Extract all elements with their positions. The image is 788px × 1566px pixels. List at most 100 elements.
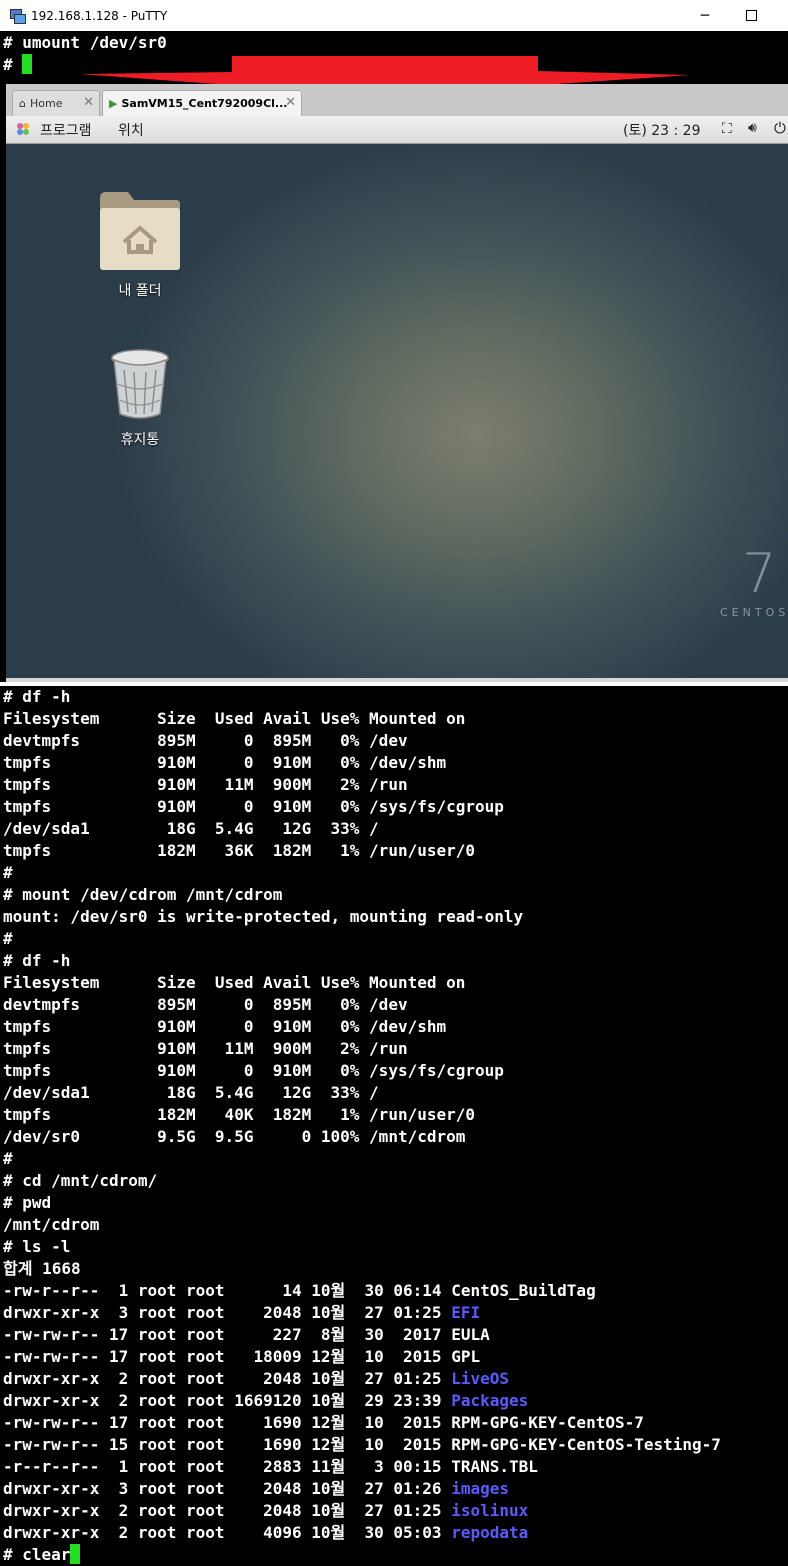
terminal-line-text: tmpfs 182M 36K 182M 1% /run/user/0 — [3, 841, 476, 860]
file-name: RPM-GPG-KEY-CentOS-7 — [451, 1413, 644, 1432]
terminal-line: /dev/sr0 9.5G 9.5G 0 100% /mnt/cdrom — [0, 1126, 788, 1148]
directory-name: EFI — [451, 1303, 481, 1322]
network-icon[interactable]: ⛶ — [722, 121, 732, 137]
terminal-line-text: -rw-rw-r-- 15 root root 1690 12월 10 2015 — [3, 1435, 452, 1454]
terminal-line: tmpfs 910M 11M 900M 2% /run — [0, 774, 788, 796]
terminal-cursor — [22, 54, 33, 74]
terminal-line-text: -rw-r--r-- 1 root root 14 10월 30 06:14 — [3, 1281, 452, 1300]
terminal-line: drwxr-xr-x 2 root root 1669120 10월 29 23… — [0, 1390, 788, 1412]
terminal-line: # — [0, 862, 788, 884]
terminal-line-text: drwxr-xr-x 2 root root 4096 10월 30 05:03 — [3, 1523, 452, 1542]
terminal-line: mount: /dev/sr0 is write-protected, moun… — [0, 906, 788, 928]
terminal-line-text: /dev/sda1 18G 5.4G 12G 33% / — [3, 819, 379, 838]
home-folder-label: 내 폴더 — [118, 283, 162, 299]
home-folder-icon[interactable] — [98, 190, 182, 272]
terminal-line: tmpfs 910M 0 910M 0% /sys/fs/cgroup — [0, 796, 788, 818]
directory-name: Packages — [451, 1391, 529, 1410]
terminal-line: drwxr-xr-x 3 root root 2048 10월 27 01:26… — [0, 1478, 788, 1500]
tab-home[interactable]: ⌂ Home ✕ — [12, 90, 100, 116]
terminal-line-text: -r--r--r-- 1 root root 2883 11월 3 00:15 — [3, 1457, 452, 1476]
terminal-line-text: # df -h — [3, 687, 71, 706]
terminal-line: tmpfs 910M 11M 900M 2% /run — [0, 1038, 788, 1060]
terminal-line-text: # umount /dev/sr0 — [3, 33, 167, 52]
tab-vm-close-icon[interactable]: ✕ — [285, 95, 296, 110]
terminal-line: /dev/sda1 18G 5.4G 12G 33% / — [0, 818, 788, 840]
terminal-line: tmpfs 182M 40K 182M 1% /run/user/0 — [0, 1104, 788, 1126]
terminal-line-text: # mount /dev/cdrom /mnt/cdrom — [3, 885, 283, 904]
terminal-line: -rw-r--r-- 1 root root 14 10월 30 06:14 C… — [0, 1280, 788, 1302]
terminal-line-text: drwxr-xr-x 2 root root 2048 10월 27 01:25 — [3, 1501, 452, 1520]
terminal-bottom[interactable]: # df -h Filesystem Size Used Avail Use% M… — [0, 686, 788, 1565]
terminal-line-text: tmpfs 910M 11M 900M 2% /run — [3, 1039, 408, 1058]
terminal-line: devtmpfs 895M 0 895M 0% /dev — [0, 994, 788, 1016]
terminal-line-text: Filesystem Size Used Avail Use% Mounted … — [3, 709, 466, 728]
directory-name: images — [451, 1479, 509, 1498]
terminal-line-text: 합계 1668 — [3, 1259, 81, 1278]
terminal-line-text: tmpfs 910M 0 910M 0% /dev/shm — [3, 753, 447, 772]
terminal-line-text: # ls -l — [3, 1237, 71, 1256]
terminal-cursor — [70, 1544, 81, 1564]
terminal-line: tmpfs 910M 0 910M 0% /dev/shm — [0, 1016, 788, 1038]
terminal-line: # — [0, 1148, 788, 1170]
terminal-line: # — [0, 928, 788, 950]
terminal-line-text: # — [3, 55, 23, 74]
clock[interactable]: (토) 23 : 29 — [623, 120, 701, 140]
terminal-line-text: drwxr-xr-x 3 root root 2048 10월 27 01:26 — [3, 1479, 452, 1498]
minimize-button[interactable]: ─ — [682, 0, 728, 31]
terminal-line-text: # — [3, 929, 13, 948]
maximize-button[interactable] — [728, 0, 774, 31]
terminal-line: drwxr-xr-x 2 root root 2048 10월 27 01:25… — [0, 1500, 788, 1522]
window-title: 192.168.1.128 - PuTTY — [31, 8, 168, 23]
terminal-line-text: devtmpfs 895M 0 895M 0% /dev — [3, 995, 408, 1014]
vm-console[interactable]: ⌂ Home ✕ ▶ SamVM15_Cent792009Cl... ✕ 프로그… — [6, 84, 788, 682]
volume-icon[interactable]: 🔊︎ — [748, 120, 757, 136]
tab-vm[interactable]: ▶ SamVM15_Cent792009Cl... ✕ — [102, 90, 302, 116]
file-name: EULA — [451, 1325, 490, 1344]
terminal-line: Filesystem Size Used Avail Use% Mounted … — [0, 972, 788, 994]
putty-app-icon[interactable] — [9, 8, 26, 24]
places-menu[interactable]: 위치 — [118, 120, 144, 140]
applications-menu[interactable]: 프로그램 — [40, 120, 92, 140]
terminal-line-text: # clear — [3, 1545, 71, 1564]
terminal-line: -rw-rw-r-- 17 root root 18009 12월 10 201… — [0, 1346, 788, 1368]
terminal-line: -r--r--r-- 1 root root 2883 11월 3 00:15 … — [0, 1456, 788, 1478]
vm-play-icon: ▶ — [109, 97, 118, 110]
terminal-line: # mount /dev/cdrom /mnt/cdrom — [0, 884, 788, 906]
terminal-line: tmpfs 910M 0 910M 0% /sys/fs/cgroup — [0, 1060, 788, 1082]
terminal-line: devtmpfs 895M 0 895M 0% /dev — [0, 730, 788, 752]
tab-home-close-icon[interactable]: ✕ — [83, 95, 94, 110]
maximize-icon — [745, 10, 757, 21]
terminal-line-text: # df -h — [3, 951, 71, 970]
power-icon[interactable]: ⏻ — [774, 119, 786, 137]
terminal-line: # clear — [0, 1544, 788, 1566]
terminal-line: -rw-rw-r-- 17 root root 227 8월 30 2017 E… — [0, 1324, 788, 1346]
terminal-line: /dev/sda1 18G 5.4G 12G 33% / — [0, 1082, 788, 1104]
trash-icon[interactable] — [110, 348, 170, 420]
terminal-line-text: tmpfs 910M 0 910M 0% /dev/shm — [3, 1017, 447, 1036]
tab-vm-label: SamVM15_Cent792009Cl... — [121, 97, 288, 110]
terminal-line-text: devtmpfs 895M 0 895M 0% /dev — [3, 731, 408, 750]
terminal-line-text: drwxr-xr-x 2 root root 1669120 10월 29 23… — [3, 1391, 452, 1410]
centos-watermark-number: 7 — [742, 542, 777, 605]
terminal-line: -rw-rw-r-- 15 root root 1690 12월 10 2015… — [0, 1434, 788, 1456]
gnome-top-bar: 프로그램 위치 (토) 23 : 29 ⛶ 🔊︎ ⏻ — [6, 116, 788, 144]
home-icon: ⌂ — [19, 97, 26, 110]
terminal-line-text: drwxr-xr-x 2 root root 2048 10월 27 01:25 — [3, 1369, 452, 1388]
terminal-line: # ls -l — [0, 1236, 788, 1258]
terminal-line-text: # cd /mnt/cdrom/ — [3, 1171, 158, 1190]
terminal-line: # umount /dev/sr0 — [0, 32, 788, 54]
vm-tab-bar: ⌂ Home ✕ ▶ SamVM15_Cent792009Cl... ✕ — [6, 84, 788, 117]
terminal-line-text: tmpfs 910M 0 910M 0% /sys/fs/cgroup — [3, 1061, 504, 1080]
terminal-line: -rw-rw-r-- 17 root root 1690 12월 10 2015… — [0, 1412, 788, 1434]
directory-name: LiveOS — [451, 1369, 509, 1388]
terminal-line-text: -rw-rw-r-- 17 root root 18009 12월 10 201… — [3, 1347, 452, 1366]
applications-icon — [17, 123, 29, 135]
terminal-line-text: /dev/sr0 9.5G 9.5G 0 100% /mnt/cdrom — [3, 1127, 466, 1146]
terminal-line: # df -h — [0, 686, 788, 708]
terminal-line: tmpfs 910M 0 910M 0% /dev/shm — [0, 752, 788, 774]
terminal-line: 합계 1668 — [0, 1258, 788, 1280]
desktop[interactable]: 내 폴더 휴지통 7 CENTOS — [6, 144, 788, 678]
terminal-line-text: # — [3, 863, 13, 882]
terminal-line: drwxr-xr-x 3 root root 2048 10월 27 01:25… — [0, 1302, 788, 1324]
terminal-line-text: Filesystem Size Used Avail Use% Mounted … — [3, 973, 466, 992]
